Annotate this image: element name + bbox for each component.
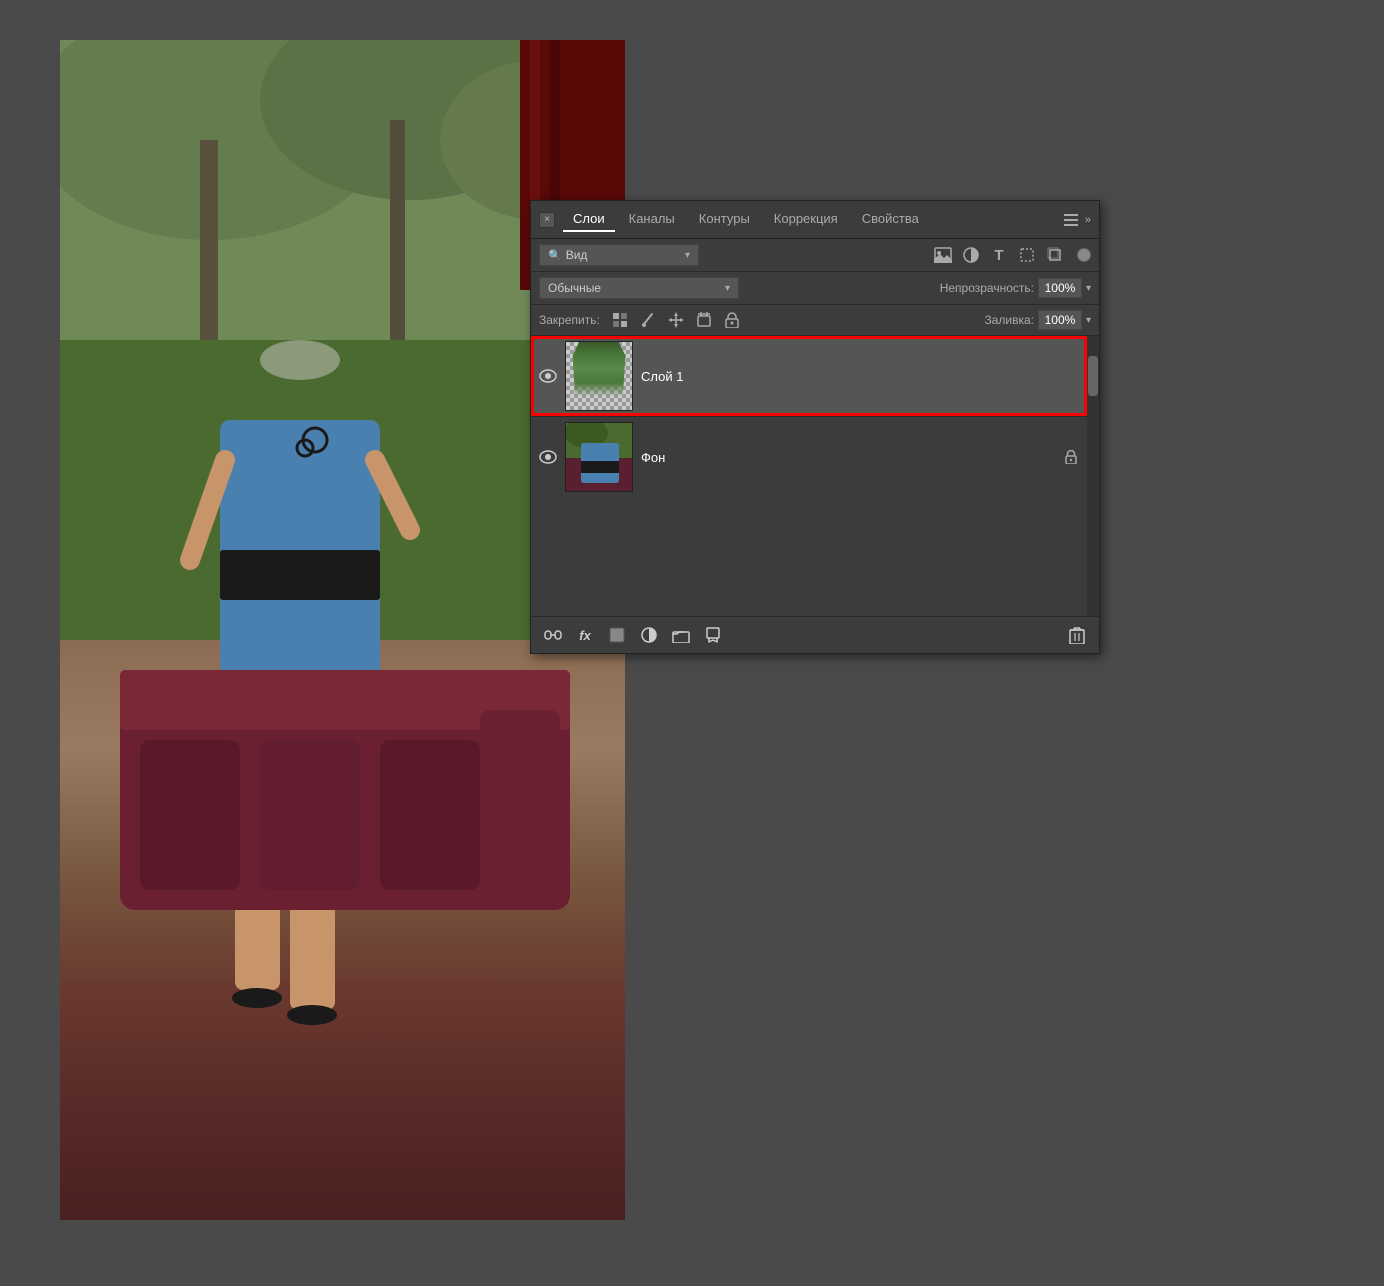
opacity-label: Непрозрачность: — [940, 281, 1034, 295]
tab-paths[interactable]: Контуры — [689, 207, 760, 232]
background-thumbnail — [565, 422, 633, 492]
new-fill-layer-button[interactable] — [605, 623, 629, 647]
layer1-name: Слой 1 — [641, 369, 1079, 384]
fill-chevron-icon[interactable]: ▾ — [1086, 315, 1091, 326]
tab-properties[interactable]: Свойства — [852, 207, 929, 232]
filter-adjustment-icon[interactable] — [961, 245, 981, 265]
filter-icons: T — [933, 245, 1091, 265]
layer1-thumbnail — [565, 341, 633, 411]
background-name: Фон — [641, 450, 1055, 465]
tab-correction[interactable]: Коррекция — [764, 207, 848, 232]
opacity-input[interactable]: 100% — [1038, 278, 1082, 298]
scrollbar-thumb[interactable] — [1088, 356, 1098, 396]
tab-layers[interactable]: Слои — [563, 207, 615, 232]
search-icon: 🔍 — [548, 249, 562, 262]
new-adjustment-layer-button[interactable] — [637, 623, 661, 647]
lock-pixels-button[interactable] — [610, 310, 630, 330]
layer-effects-button[interactable]: fx — [573, 623, 597, 647]
lock-all-button[interactable] — [722, 310, 742, 330]
fill-label: Заливка: — [984, 313, 1034, 327]
blend-opacity-row: Обычные ▾ Непрозрачность: 100% ▾ — [531, 272, 1099, 305]
panel-menu-button[interactable] — [1061, 210, 1081, 230]
background-lock-icon — [1063, 449, 1079, 465]
lock-position-button[interactable] — [666, 310, 686, 330]
background-visibility-button[interactable] — [539, 448, 557, 466]
search-label: Вид — [566, 248, 588, 262]
layer-row-background[interactable]: Фон — [531, 417, 1087, 497]
opacity-section: Непрозрачность: 100% ▾ — [940, 278, 1091, 298]
lock-label: Закрепить: — [539, 313, 600, 327]
filter-smart-icon[interactable] — [1045, 245, 1065, 265]
fill-input[interactable]: 100% — [1038, 310, 1082, 330]
link-layers-button[interactable] — [541, 623, 565, 647]
lock-paint-button[interactable] — [638, 310, 658, 330]
layer-filter-dropdown[interactable]: 🔍 Вид ▾ — [539, 244, 699, 266]
panel-header: × Слои Каналы Контуры Коррекция Свойства — [531, 201, 1099, 239]
delete-layer-button[interactable] — [1065, 623, 1089, 647]
filter-shape-icon[interactable] — [1017, 245, 1037, 265]
search-filter-row: 🔍 Вид ▾ T — [531, 239, 1099, 272]
lock-icons — [610, 310, 742, 330]
group-layers-button[interactable] — [669, 623, 693, 647]
filter-pixel-icon[interactable] — [933, 245, 953, 265]
layers-scrollbar[interactable] — [1087, 336, 1099, 616]
search-chevron-icon: ▾ — [685, 250, 690, 261]
create-clipping-mask-button[interactable] — [701, 623, 725, 647]
panel-bottom-toolbar: fx — [531, 616, 1099, 653]
blend-mode-dropdown[interactable]: Обычные ▾ — [539, 277, 739, 299]
layer-row-layer1[interactable]: Слой 1 — [531, 336, 1087, 416]
panel-collapse-button[interactable]: » — [1085, 214, 1091, 226]
lock-fill-row: Закрепить: — [531, 305, 1099, 336]
filter-toggle[interactable] — [1077, 248, 1091, 262]
panel-tabs: Слои Каналы Контуры Коррекция Свойства — [563, 207, 1061, 232]
fill-section: Заливка: 100% ▾ — [984, 310, 1091, 330]
tab-channels[interactable]: Каналы — [619, 207, 685, 232]
layers-panel: × Слои Каналы Контуры Коррекция Свойства — [530, 200, 1100, 654]
blend-mode-value: Обычные — [548, 281, 601, 295]
layer1-visibility-button[interactable] — [539, 367, 557, 385]
panel-close-button[interactable]: × — [539, 212, 555, 228]
layers-list: Слой 1 Фон — [531, 336, 1099, 616]
opacity-chevron-icon[interactable]: ▾ — [1086, 283, 1091, 294]
filter-text-icon[interactable]: T — [989, 245, 1009, 265]
lock-artboard-button[interactable] — [694, 310, 714, 330]
blend-chevron-icon: ▾ — [725, 283, 730, 294]
